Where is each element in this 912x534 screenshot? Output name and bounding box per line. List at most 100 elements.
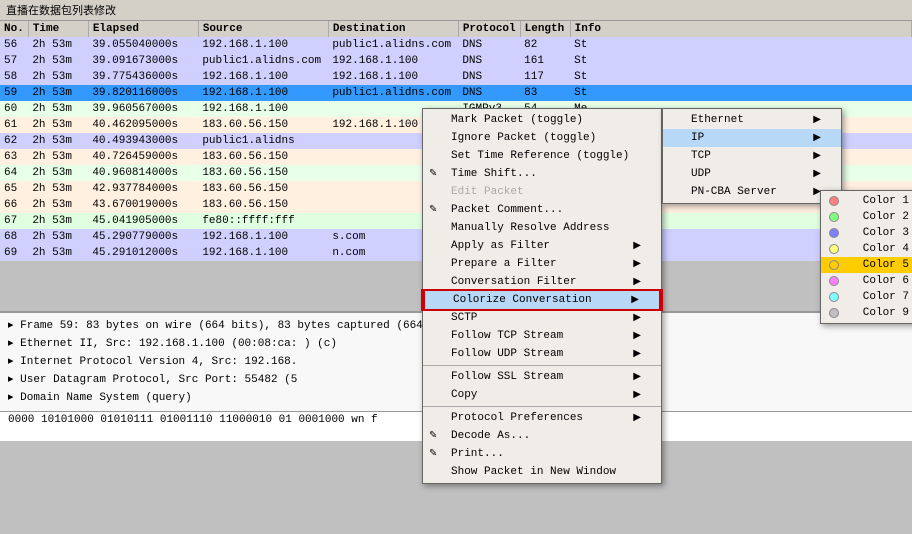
cell-src: public1.alidns.com <box>198 53 328 69</box>
color-dot <box>829 212 839 222</box>
color-dot <box>829 276 839 286</box>
color-label: Color 2 <box>863 211 909 223</box>
cell-src: 192.168.1.100 <box>198 85 328 101</box>
ip-color-item-color-1[interactable]: Color 1 <box>821 193 912 209</box>
cell-time: 2h 53m <box>28 213 88 229</box>
cell-len: 83 <box>520 85 570 101</box>
colorize-submenu[interactable]: Ethernet▶IP▶TCP▶UDP▶PN-CBA Server▶ <box>662 108 842 204</box>
cell-time: 2h 53m <box>28 69 88 85</box>
cell-src: 183.60.56.150 <box>198 149 328 165</box>
menu-item-print[interactable]: ✎Print... <box>423 445 661 463</box>
menu-label: Manually Resolve Address <box>451 222 609 234</box>
menu-label: Follow TCP Stream <box>451 330 563 342</box>
menu-label: Packet Comment... <box>451 204 563 216</box>
cell-src: 192.168.1.100 <box>198 229 328 245</box>
cell-no: 64 <box>0 165 28 181</box>
color-dot <box>829 260 839 270</box>
menu-label: Decode As... <box>451 430 530 442</box>
menu-label: IP <box>691 132 704 144</box>
menu-icon: ✎ <box>429 430 437 442</box>
menu-item-protocol-preferences[interactable]: Protocol Preferences▶ <box>423 409 661 427</box>
colorize-submenu-item-pn-cba server[interactable]: PN-CBA Server▶ <box>663 183 841 201</box>
menu-label: UDP <box>691 168 711 180</box>
menu-icon: ✎ <box>429 448 437 460</box>
ip-color-submenu[interactable]: Color 1 Color 2 Color 3 Color 4 Color 5 … <box>820 190 912 324</box>
submenu-arrow: ▶ <box>633 348 641 360</box>
cell-info: St <box>570 69 911 85</box>
menu-item-edit-packet[interactable]: Edit Packet <box>423 183 661 201</box>
colorize-submenu-item-ip[interactable]: IP▶ <box>663 129 841 147</box>
menu-item-conversation-filter[interactable]: Conversation Filter▶ <box>423 273 661 291</box>
menu-item-apply-as-filter[interactable]: Apply as Filter▶ <box>423 237 661 255</box>
cell-elapsed: 45.290779000s <box>88 229 198 245</box>
ip-color-item-color-6[interactable]: Color 6 <box>821 273 912 289</box>
col-header-len: Length <box>520 21 570 37</box>
ip-color-item-color-2[interactable]: Color 2 <box>821 209 912 225</box>
menu-item-colorize-conversation[interactable]: Colorize Conversation▶ <box>423 291 661 309</box>
table-row[interactable]: 57 2h 53m 39.091673000s public1.alidns.c… <box>0 53 912 69</box>
cell-time: 2h 53m <box>28 37 88 53</box>
col-header-proto: Protocol <box>458 21 520 37</box>
menu-item-decode-as[interactable]: ✎ Decode As... <box>423 427 661 445</box>
cell-time: 2h 53m <box>28 165 88 181</box>
table-row[interactable]: 58 2h 53m 39.775436000s 192.168.1.100 19… <box>0 69 912 85</box>
cell-dst: 192.168.1.100 <box>328 53 458 69</box>
menu-label: Edit Packet <box>451 186 524 198</box>
menu-label: Follow UDP Stream <box>451 348 563 360</box>
cell-elapsed: 39.091673000s <box>88 53 198 69</box>
table-row[interactable]: 56 2h 53m 39.055040000s 192.168.1.100 pu… <box>0 37 912 53</box>
cell-src: public1.alidns <box>198 133 328 149</box>
color-dot <box>829 308 839 318</box>
context-menu[interactable]: Mark Packet (toggle)Ignore Packet (toggl… <box>422 108 662 484</box>
cell-no: 63 <box>0 149 28 165</box>
colorize-submenu-item-tcp[interactable]: TCP▶ <box>663 147 841 165</box>
cell-elapsed: 39.820116000s <box>88 85 198 101</box>
menu-item-copy[interactable]: Copy▶ <box>423 386 661 404</box>
color-label: Color 7 <box>863 291 909 303</box>
menu-item-show-packet-in-new-window[interactable]: Show Packet in New Window <box>423 463 661 481</box>
menu-divider <box>423 365 661 366</box>
cell-src: 183.60.56.150 <box>198 165 328 181</box>
menu-item-follow-udp-stream[interactable]: Follow UDP Stream ▶ <box>423 345 661 363</box>
cell-elapsed: 45.041905000s <box>88 213 198 229</box>
menu-item-set-time-reference-toggle[interactable]: Set Time Reference (toggle) <box>423 147 661 165</box>
col-header-time: Time <box>28 21 88 37</box>
col-header-info: Info <box>570 21 911 37</box>
menu-item-time-shift[interactable]: ✎Time Shift... <box>423 165 661 183</box>
table-header: No. Time Elapsed Source Destination Prot… <box>0 21 912 37</box>
submenu-arrow: ▶ <box>633 389 641 401</box>
ip-color-item-color-4[interactable]: Color 4 <box>821 241 912 257</box>
menu-label: TCP <box>691 150 711 162</box>
cell-len: 161 <box>520 53 570 69</box>
cell-proto: DNS <box>458 53 520 69</box>
menu-item-ignore-packet-toggle[interactable]: Ignore Packet (toggle) <box>423 129 661 147</box>
cell-no: 60 <box>0 101 28 117</box>
menu-item-prepare-a-filter[interactable]: Prepare a Filter▶ <box>423 255 661 273</box>
submenu-arrow: ▶ <box>633 276 641 288</box>
colorize-submenu-item-ethernet[interactable]: Ethernet▶ <box>663 111 841 129</box>
menu-item-manually-resolve-address[interactable]: Manually Resolve Address <box>423 219 661 237</box>
menu-item-follow-tcp-stream[interactable]: Follow TCP Stream▶ <box>423 327 661 345</box>
submenu-arrow: ▶ <box>813 114 821 126</box>
menu-item-packet-comment[interactable]: ✎Packet Comment... <box>423 201 661 219</box>
ip-color-item-color-3[interactable]: Color 3 <box>821 225 912 241</box>
ip-color-item-color-7[interactable]: Color 7 <box>821 289 912 305</box>
cell-elapsed: 40.462095000s <box>88 117 198 133</box>
menu-item-mark-packet-toggle[interactable]: Mark Packet (toggle) <box>423 111 661 129</box>
cell-elapsed: 40.493943000s <box>88 133 198 149</box>
table-row[interactable]: 59 2h 53m 39.820116000s 192.168.1.100 pu… <box>0 85 912 101</box>
color-dot <box>829 244 839 254</box>
ip-color-item-color-5[interactable]: Color 5 <box>821 257 912 273</box>
menu-item-sctp[interactable]: SCTP▶ <box>423 309 661 327</box>
cell-no: 66 <box>0 197 28 213</box>
menu-label: Show Packet in New Window <box>451 466 616 478</box>
menu-item-follow-ssl-stream[interactable]: Follow SSL Stream▶ <box>423 368 661 386</box>
submenu-arrow: ▶ <box>633 412 641 424</box>
cell-time: 2h 53m <box>28 133 88 149</box>
ip-color-item-color-9[interactable]: Color 9 <box>821 305 912 321</box>
menu-icon: ✎ <box>429 168 437 180</box>
cell-src: 192.168.1.100 <box>198 101 328 117</box>
colorize-submenu-item-udp[interactable]: UDP▶ <box>663 165 841 183</box>
cell-no: 69 <box>0 245 28 261</box>
color-label: Color 1 <box>863 195 909 207</box>
